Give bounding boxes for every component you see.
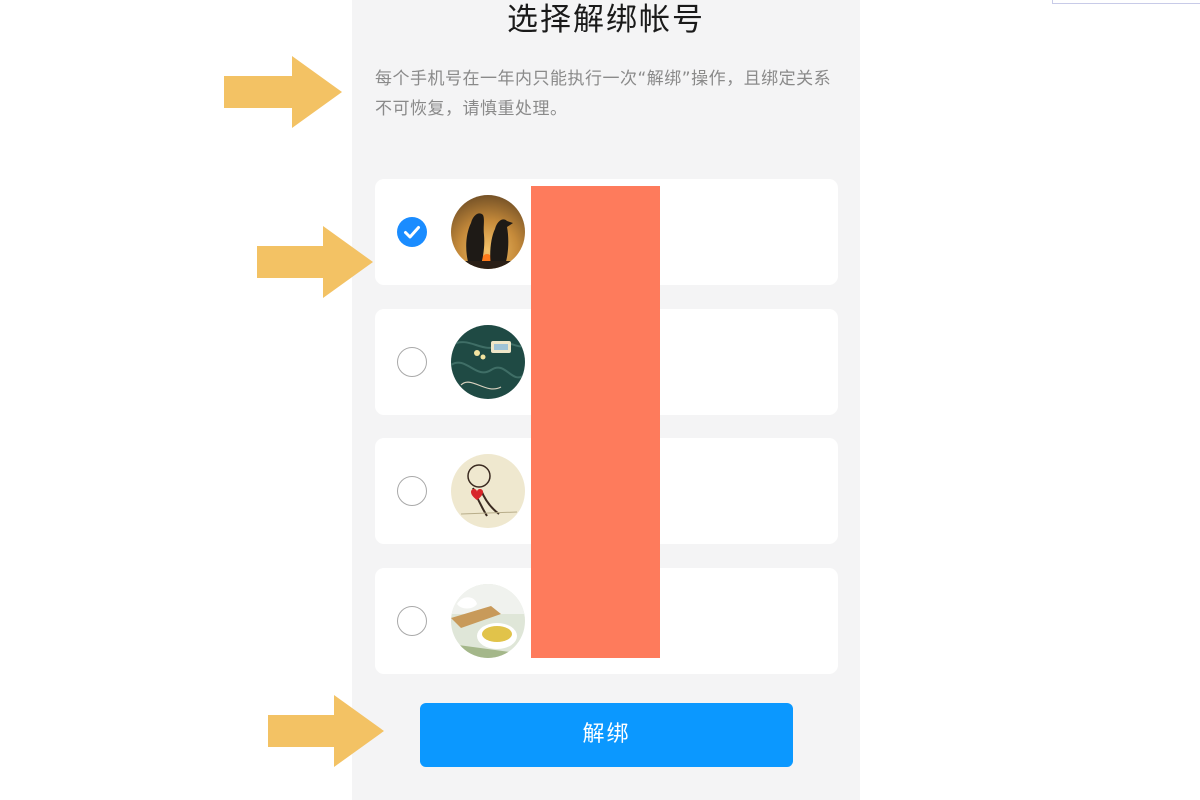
radio-unchecked-icon[interactable] [397,606,427,636]
illustration-heart-avatar [451,454,525,528]
redaction-block [531,186,660,658]
radio-unchecked-icon[interactable] [397,347,427,377]
annotation-arrow-icon [268,695,384,767]
radio-checked-icon[interactable] [397,217,427,247]
window-edge-frame [1052,0,1200,4]
unbind-button[interactable]: 解绑 [420,703,793,767]
tea-cup-avatar [451,584,525,658]
page-title: 选择解绑帐号 [507,2,705,38]
annotation-arrow-icon [257,226,373,298]
annotation-arrow-icon [224,56,342,128]
dark-green-pattern-avatar [451,325,525,399]
screenshot-stage: 选择解绑帐号 每个手机号在一年内只能执行一次“解绑”操作，且绑定关系不可恢复，请… [0,0,1200,800]
unbind-warning-text: 每个手机号在一年内只能执行一次“解绑”操作，且绑定关系不可恢复，请慎重处理。 [375,69,832,119]
radio-unchecked-icon[interactable] [397,476,427,506]
penguins-sunset-avatar [451,195,525,269]
